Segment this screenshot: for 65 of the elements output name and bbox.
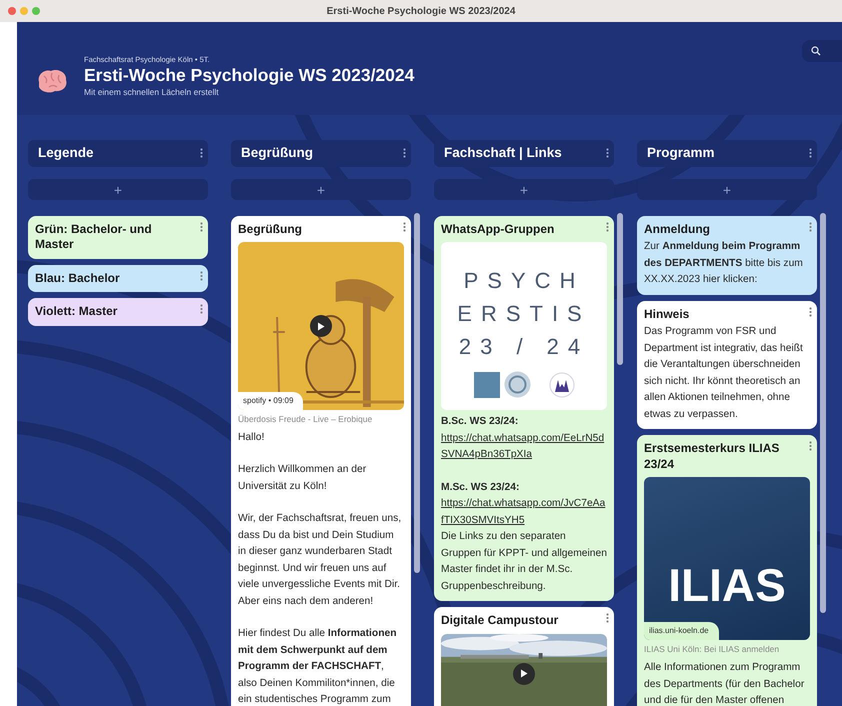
scrollbar[interactable] (820, 213, 826, 613)
board-subtitle: Mit einem schnellen Lächeln erstellt (84, 86, 220, 99)
media-source-label: spotify • 09:09 (238, 392, 304, 410)
link-preview-headline: ILIAS (667, 558, 787, 614)
zoom-window-icon[interactable] (32, 7, 40, 15)
post-text: Die Links zu den separaten Gruppen für KPPT- und allgemeinen Master findet ihr in der M.Sc. Gruppenbeschreibung. (441, 530, 607, 594)
more-options-icon[interactable] (200, 148, 203, 158)
post-text: Zur Anmeldung beim Programm des DEPARTMENTS bitte bis zum XX.XX.2023 hier klicken: (644, 240, 804, 288)
add-post-button[interactable]: + (434, 179, 614, 200)
more-options-icon[interactable] (606, 148, 609, 158)
link[interactable]: https://chat.whatsapp.com/EeLrN5dSVNA4pBn36TpXIa (441, 430, 607, 464)
media-caption: ILIAS Uni Köln: Bei ILIAS anmelden (644, 643, 780, 656)
post-title: Anmeldung (644, 222, 711, 238)
post-text: Hallo! (238, 430, 266, 445)
graphic-text: ERSTIS (456, 300, 592, 328)
more-options-icon[interactable] (403, 222, 406, 232)
square-logo-icon (474, 372, 500, 398)
more-options-icon[interactable] (809, 148, 812, 158)
post-text: Das Programm von FSR und Department ist integrativ, das heißt die Verantaltungen überschneiden sich nicht. Ihr könnt theoretisch an allen Aktionen teilnehmen, ohne etwas zu verpassen. (644, 325, 804, 422)
more-options-icon[interactable] (200, 270, 203, 281)
post-title: Grün: Bachelor- und Master (35, 222, 153, 253)
more-options-icon[interactable] (403, 148, 406, 158)
more-options-icon[interactable] (606, 613, 609, 624)
scrollbar[interactable] (414, 213, 420, 573)
column-title: Begrüßung (241, 144, 313, 162)
close-window-icon[interactable] (8, 7, 16, 15)
post-title: Blau: Bachelor (35, 270, 121, 286)
board-title: Ersti-Woche Psychologie WS 2023/2024 (84, 65, 414, 86)
column-title: Legende (38, 144, 94, 162)
more-options-icon[interactable] (200, 222, 203, 232)
scrollbar[interactable] (617, 213, 623, 365)
play-icon (520, 669, 528, 678)
text-label: M.Sc. WS 23/24: (441, 480, 520, 495)
column-title: Fachschaft | Links (444, 144, 562, 162)
window-title: Ersti-Woche Psychologie WS 2023/2024 (326, 4, 516, 18)
add-post-button[interactable]: + (28, 179, 208, 200)
post-title: Erstsemesterkurs ILIAS 23/24 (644, 441, 780, 472)
search-button[interactable] (802, 40, 842, 62)
more-options-icon[interactable] (200, 304, 203, 314)
more-options-icon[interactable] (809, 222, 812, 232)
media-caption: Überdosis Freude - Live – Erobique (238, 413, 374, 426)
more-options-icon[interactable] (809, 441, 812, 452)
post-title: Violett: Master (35, 304, 118, 320)
add-post-button[interactable]: + (637, 179, 817, 200)
play-icon (317, 322, 325, 331)
media-source-label: ilias.uni-koeln.de (644, 622, 719, 640)
post-title: Begrüßung (238, 222, 303, 238)
post-text: Alle Informationen zum Programm des Departments (für den Bachelor und die für den Master offenen (644, 661, 806, 706)
text-label: B.Sc. WS 23/24: (441, 415, 520, 430)
link[interactable]: https://chat.whatsapp.com/JvC7eAafTIX30SMVItsYH5 (441, 496, 607, 530)
graphic-text: PSYCH (462, 267, 586, 296)
post-text: Wir, der Fachschaftsrat, freuen uns, dass Du da bist und Dein Studium in dieser ganz wunderbaren Stadt beginnst. Und wir freuen uns auf viele unvergessliche Events mit Dir. Aber eins nach dem anderen! (238, 512, 402, 609)
more-options-icon[interactable] (809, 306, 812, 317)
post-title: Hinweis (644, 306, 690, 322)
post-text: Herzlich Willkommen an der Universität zu Köln! (238, 463, 368, 494)
search-icon (811, 46, 821, 56)
post-title: WhatsApp-Gruppen (441, 222, 556, 238)
cathedral-icon (548, 372, 574, 398)
seal-icon (504, 371, 530, 398)
post-text: Hier findest Du alle Informationen mit dem Schwerpunkt auf dem Programm der FACHSCHAFT, also Deinen Kommiliton*innen, die ein studentisches Programm zum (238, 627, 398, 706)
add-post-button[interactable]: + (231, 179, 411, 200)
graphic-text: 23 / 24 (458, 333, 590, 362)
post-title: Digitale Campustour (441, 613, 560, 629)
more-options-icon[interactable] (606, 222, 609, 232)
column-title: Programm (647, 144, 715, 162)
